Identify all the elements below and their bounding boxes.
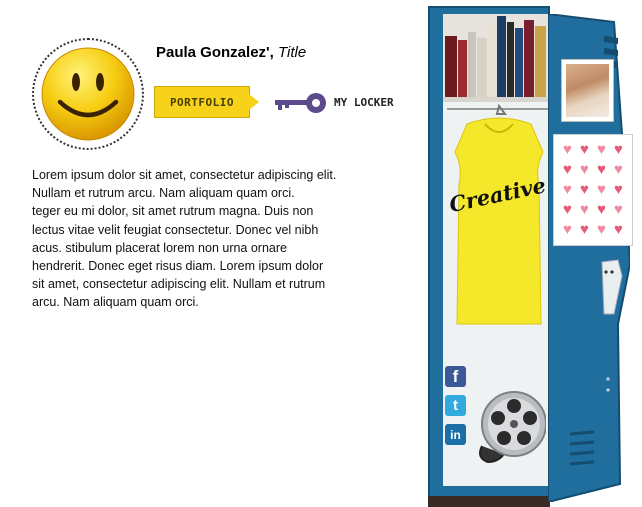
heart-icon: ♥ — [614, 201, 623, 218]
heart-icon: ♥ — [580, 161, 589, 178]
locker-base — [428, 496, 550, 507]
heart-icon: ♥ — [597, 201, 606, 218]
heart-icon: ♥ — [614, 221, 623, 238]
heart-icon: ♥ — [580, 141, 589, 158]
creative-shirt: Creative — [447, 103, 551, 331]
photo-image — [566, 64, 609, 117]
book-shelf — [443, 14, 548, 98]
heart-icon: ♥ — [563, 181, 572, 198]
profile-name: Paula Gonzalez', — [156, 44, 274, 61]
heart-icon: ♥ — [563, 201, 572, 218]
profile-name-title: Paula Gonzalez', Title — [156, 44, 306, 61]
hearts-card: ♥ ♥ ♥ ♥ ♥ ♥ ♥ ♥ ♥ ♥ ♥ ♥ ♥ ♥ ♥ ♥ ♥ ♥ ♥ ♥ — [553, 134, 633, 246]
shelf-board — [443, 97, 548, 102]
bio-text: Lorem ipsum dolor sit amet, consectetur … — [32, 168, 337, 310]
heart-icon: ♥ — [614, 141, 623, 158]
twitter-icon[interactable]: t — [445, 395, 466, 416]
heart-icon: ♥ — [563, 161, 572, 178]
heart-icon: ♥ — [580, 201, 589, 218]
key-icon[interactable] — [275, 92, 327, 114]
heart-icon: ♥ — [597, 181, 606, 198]
facebook-icon[interactable]: f — [445, 366, 466, 387]
heart-icon: ♥ — [597, 221, 606, 238]
heart-icon: ♥ — [597, 141, 606, 158]
shirt-icon: Creative — [447, 103, 548, 325]
portfolio-arrow — [249, 94, 259, 110]
heart-icon: ♥ — [580, 221, 589, 238]
heart-icon: ♥ — [563, 141, 572, 158]
avatar — [32, 38, 144, 150]
my-locker-link[interactable]: MY LOCKER — [334, 96, 394, 109]
heart-icon: ♥ — [563, 221, 572, 238]
baby-photo — [561, 59, 614, 122]
heart-icon: ♥ — [580, 181, 589, 198]
film-reel-icon[interactable] — [474, 388, 546, 464]
heart-icon: ♥ — [597, 161, 606, 178]
heart-icon: ♥ — [614, 181, 623, 198]
heart-icon: ♥ — [614, 161, 623, 178]
books-icon — [445, 16, 546, 98]
smiley-face-icon — [41, 47, 135, 141]
linkedin-icon[interactable]: in — [445, 424, 466, 445]
profile-title: Title — [277, 44, 307, 61]
portfolio-button[interactable]: PORTFOLIO — [154, 86, 250, 118]
